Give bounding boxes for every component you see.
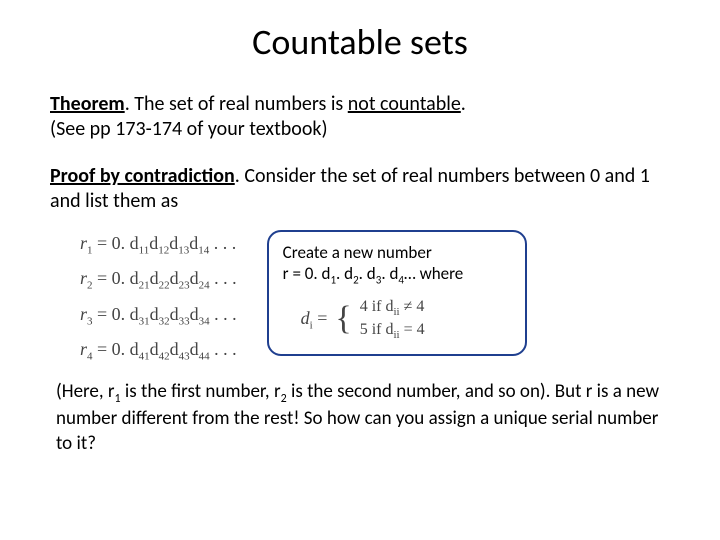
r-row-2: r2 = 0. d21d22d23d24 . . . — [80, 261, 237, 296]
r-row-1: r1 = 0. d11d12d13d14 . . . — [80, 226, 237, 261]
di-cases: 4 if dii ≠ 4 5 if dii = 4 — [360, 297, 425, 342]
proof-paragraph: Proof by contradiction. Consider the set… — [50, 164, 670, 214]
theorem-text-a: . The set of real numbers is — [125, 92, 348, 116]
r-row-4: r4 = 0. d41d42d43d44 . . . — [80, 332, 237, 367]
theorem-text-c: . — [461, 92, 466, 116]
slide-title: Countable sets — [50, 20, 670, 64]
closing-paragraph: (Here, r1 is the first number, r2 is the… — [50, 380, 670, 457]
r-list: r1 = 0. d11d12d13d14 . . . r2 = 0. d21d2… — [50, 226, 237, 368]
callout-line2: r = 0. d1. d2. d3. d4… where — [283, 263, 511, 287]
middle-row: r1 = 0. d11d12d13d14 . . . r2 = 0. d21d2… — [50, 226, 670, 368]
di-lhs: di = — [301, 307, 328, 333]
di-equation: di = { 4 if dii ≠ 4 5 if dii = 4 — [301, 297, 511, 342]
slide: Countable sets Theorem. The set of real … — [0, 0, 720, 477]
callout-line1: Create a new number — [283, 242, 511, 263]
theorem-text-b: not countable — [348, 92, 461, 116]
brace-icon: { — [335, 304, 351, 335]
proof-label: Proof by contradiction — [50, 164, 235, 188]
see-reference: (See pp 173-174 of your textbook) — [50, 117, 328, 141]
theorem-label: Theorem — [50, 92, 125, 116]
theorem-paragraph: Theorem. The set of real numbers is not … — [50, 92, 670, 142]
di-case-2: 5 if dii = 4 — [360, 320, 425, 342]
callout-box: Create a new number r = 0. d1. d2. d3. d… — [267, 230, 527, 356]
r-row-3: r3 = 0. d31d32d33d34 . . . — [80, 297, 237, 332]
di-case-1: 4 if dii ≠ 4 — [360, 297, 425, 319]
